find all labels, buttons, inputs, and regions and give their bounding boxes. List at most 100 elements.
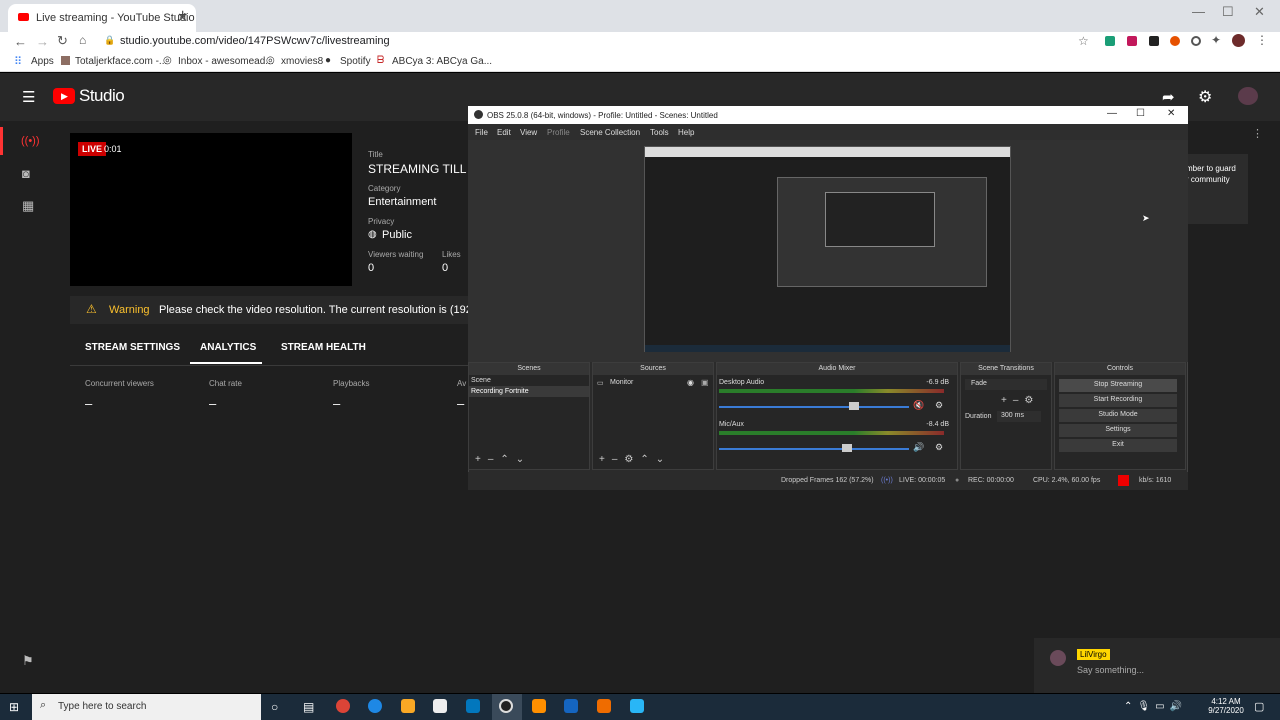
live-status-icon: ((•))	[881, 477, 893, 484]
exit-button[interactable]: Exit	[1059, 439, 1177, 452]
windows-start-icon[interactable]: ⊞	[9, 700, 19, 714]
app-taskbar-icon[interactable]	[597, 699, 611, 713]
close-window-icon[interactable]: ✕	[1254, 4, 1265, 20]
studio-mode-button[interactable]: Studio Mode	[1059, 409, 1177, 422]
file-explorer-icon[interactable]	[401, 699, 415, 713]
globe-icon: ◎	[163, 55, 172, 66]
gear-icon[interactable]: ⚙	[935, 442, 943, 453]
gear-icon[interactable]: ⚙	[935, 400, 943, 411]
extension-icon[interactable]	[1170, 36, 1180, 46]
scene-toolbar-icons[interactable]: +–⌃⌄	[475, 454, 531, 465]
puzzle-icon[interactable]: ✦	[1211, 33, 1221, 47]
obs-menu-file[interactable]: File	[475, 128, 488, 137]
steam-taskbar-icon[interactable]	[564, 699, 578, 713]
tab-stream-health[interactable]: STREAM HEALTH	[281, 342, 366, 353]
profile-avatar[interactable]	[1232, 34, 1245, 47]
cortana-icon[interactable]: ○	[271, 700, 278, 714]
viewers-waiting-value: 0	[368, 262, 375, 274]
bookmark-spotify[interactable]: Spotify	[340, 56, 371, 67]
source-item[interactable]: Monitor	[610, 379, 633, 386]
forward-icon[interactable]: →	[36, 34, 49, 49]
app-taskbar-icon[interactable]	[532, 699, 546, 713]
task-view-icon[interactable]: ▤	[303, 700, 314, 714]
store-icon[interactable]	[433, 699, 447, 713]
chat-input[interactable]: Say something...	[1077, 665, 1144, 675]
new-tab-icon[interactable]: +	[178, 7, 187, 25]
speaker-icon[interactable]: 🔊	[913, 442, 924, 453]
transition-select[interactable]: Fade	[965, 379, 1047, 390]
browser-tab[interactable]: Live streaming - YouTube Studio ✕	[8, 4, 196, 32]
mouse-cursor-icon: ➤	[1142, 213, 1150, 223]
obs-taskbar-icon[interactable]	[499, 699, 513, 713]
obs-menu-view[interactable]: View	[520, 128, 537, 137]
volume-slider-handle[interactable]	[849, 402, 859, 410]
extension-icon[interactable]	[1191, 36, 1201, 46]
scene-item[interactable]: Scene	[469, 375, 589, 386]
extension-icon[interactable]	[1149, 36, 1159, 46]
account-avatar[interactable]	[1238, 87, 1258, 105]
live-elapsed-time: 0:01	[104, 144, 122, 154]
chat-more-icon[interactable]: ⋮	[1252, 127, 1263, 140]
transition-toolbar-icons[interactable]: +–⚙	[1001, 395, 1039, 406]
eye-icon[interactable]: ◉	[687, 378, 694, 387]
obs-menu-profile[interactable]: Profile	[547, 128, 570, 137]
mail-icon[interactable]	[466, 699, 480, 713]
edge-taskbar-icon[interactable]	[368, 699, 382, 713]
stop-streaming-button[interactable]: Stop Streaming	[1059, 379, 1177, 392]
obs-menu-tools[interactable]: Tools	[650, 128, 669, 137]
tab-stream-settings[interactable]: STREAM SETTINGS	[85, 342, 180, 353]
bookmark-abcya[interactable]: ABCya 3: ABCya Ga...	[392, 56, 492, 67]
duration-input[interactable]: 300 ms	[997, 411, 1041, 422]
share-icon[interactable]: ➦	[1162, 88, 1175, 106]
obs-menu-help[interactable]: Help	[678, 128, 694, 137]
lock-icon[interactable]: ▣	[701, 378, 709, 387]
obs-menu-edit[interactable]: Edit	[497, 128, 511, 137]
hamburger-menu-icon[interactable]: ☰	[22, 88, 35, 106]
calendar-nav-icon[interactable]: ▦	[22, 198, 34, 214]
volume-slider-handle[interactable]	[842, 444, 852, 452]
notifications-icon[interactable]: ▢	[1254, 700, 1264, 713]
bookmark-apps[interactable]: Apps	[31, 56, 54, 67]
tab-analytics[interactable]: ANALYTICS	[200, 342, 256, 353]
system-tray-icons[interactable]: ⌃🎙▭🔊	[1124, 701, 1187, 712]
chrome-taskbar-icon[interactable]	[336, 699, 350, 713]
muted-speaker-icon[interactable]: 🔇	[913, 400, 924, 411]
home-icon[interactable]: ⌂	[79, 33, 86, 47]
volume-slider[interactable]	[719, 406, 909, 408]
volume-slider[interactable]	[719, 448, 909, 450]
youtube-favicon-icon	[18, 13, 29, 21]
mixer-track-db: -8.4 dB	[926, 421, 949, 428]
obs-close-icon[interactable]: ✕	[1167, 108, 1175, 119]
obs-controls-dock: Controls Stop Streaming Start Recording …	[1054, 362, 1186, 470]
bookmark-totaljerkface[interactable]: Totaljerkface.com -...	[75, 56, 167, 67]
minimize-window-icon[interactable]: —	[1192, 4, 1205, 19]
stat-label: Chat rate	[209, 379, 242, 388]
source-toolbar-icons[interactable]: +–⚙⌃⌄	[599, 454, 671, 465]
bookmark-inbox[interactable]: Inbox - awesomead...	[178, 56, 274, 67]
live-badge: LIVE	[78, 142, 107, 156]
chrome-menu-icon[interactable]: ⋮	[1256, 33, 1268, 47]
feedback-nav-icon[interactable]: ⚑	[22, 653, 34, 669]
obs-maximize-icon[interactable]: ☐	[1136, 108, 1145, 119]
taskbar-search-box[interactable]: ⌕ Type here to search	[32, 694, 261, 720]
obs-minimize-icon[interactable]: —	[1107, 108, 1117, 119]
url-field[interactable]: 🔒 studio.youtube.com/video/147PSWcwv7c/l…	[100, 32, 1100, 50]
extension-icon[interactable]	[1127, 36, 1137, 46]
obs-menu-scene-collection[interactable]: Scene Collection	[580, 128, 640, 137]
reload-icon[interactable]: ↻	[57, 33, 68, 49]
clock[interactable]: 4:12 AM 9/27/2020	[1204, 697, 1248, 715]
back-icon[interactable]: ←	[14, 34, 27, 49]
camera-nav-icon[interactable]: ◙	[22, 166, 30, 181]
gear-icon[interactable]: ⚙	[1198, 87, 1212, 107]
bookmark-star-icon[interactable]: ☆	[1078, 34, 1089, 48]
bookmark-xmovies8[interactable]: xmovies8	[281, 56, 323, 67]
extension-icon[interactable]	[1105, 36, 1115, 46]
mixer-track-name: Desktop Audio	[719, 379, 765, 386]
scene-item[interactable]: Recording Fortnite	[469, 386, 589, 397]
globe-icon: ◎	[266, 55, 275, 66]
maximize-window-icon[interactable]: ☐	[1222, 4, 1234, 20]
live-stream-nav-icon[interactable]: ((•))	[21, 135, 40, 147]
app-taskbar-icon[interactable]	[630, 699, 644, 713]
start-recording-button[interactable]: Start Recording	[1059, 394, 1177, 407]
settings-button[interactable]: Settings	[1059, 424, 1177, 437]
